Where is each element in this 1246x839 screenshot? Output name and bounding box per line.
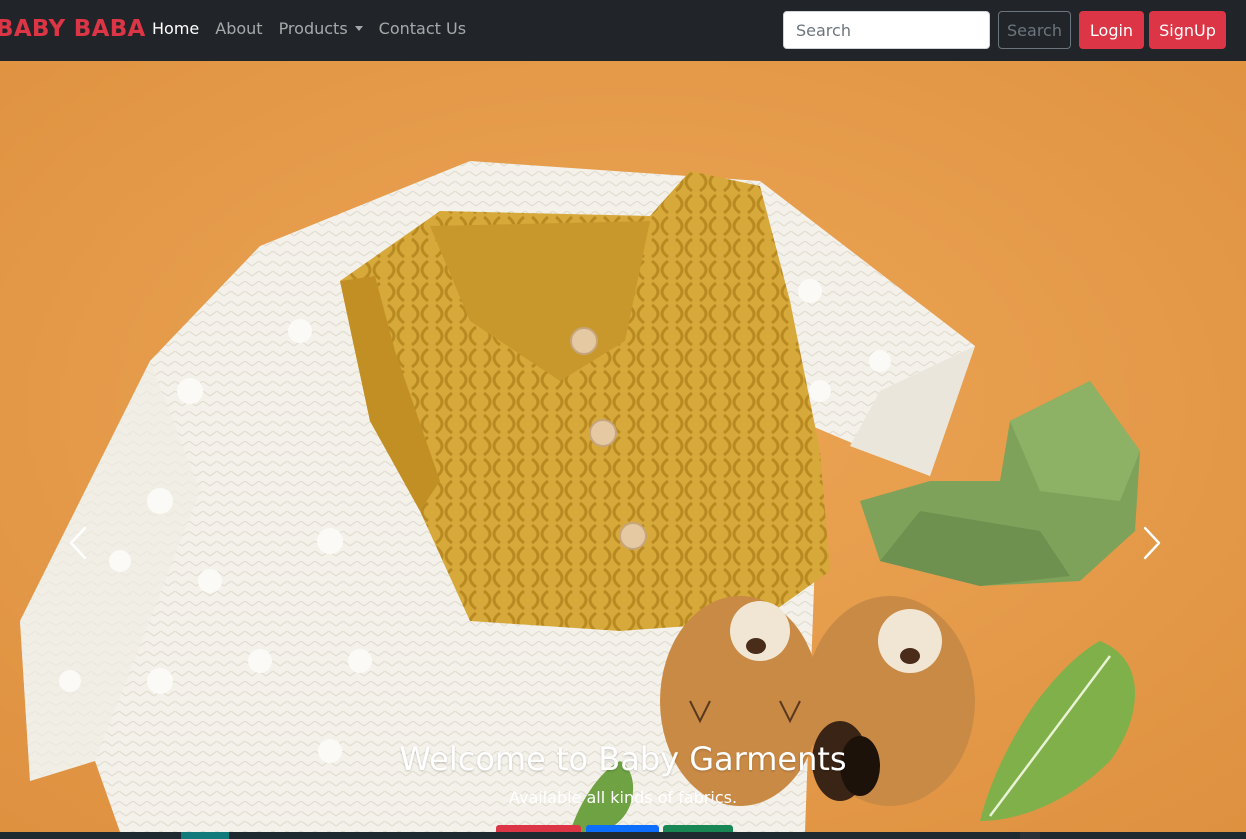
carousel-indicator-1[interactable] <box>496 825 581 832</box>
nav-link-contact[interactable]: Contact Us <box>379 19 466 38</box>
carousel-indicator-2[interactable] <box>586 825 659 832</box>
brand-logo[interactable]: BABY BABA <box>0 16 146 42</box>
nav-links: Home About Products Contact Us <box>152 19 482 38</box>
carousel-next-button[interactable] <box>1136 523 1166 563</box>
carousel-indicator-3[interactable] <box>663 825 733 832</box>
carousel-prev-button[interactable] <box>64 523 94 563</box>
search-input[interactable] <box>783 11 990 49</box>
nav-link-home[interactable]: Home <box>152 19 199 38</box>
login-button[interactable]: Login <box>1079 11 1144 49</box>
baby-clothes-image <box>0 61 1246 832</box>
strip-block <box>1020 832 1040 839</box>
navbar: BABY BABA Home About Products Contact Us… <box>0 0 1246 61</box>
caret-down-icon <box>354 26 363 31</box>
bottom-strip <box>0 832 1246 839</box>
chevron-left-icon <box>69 526 87 560</box>
strip-block <box>181 832 229 839</box>
nav-link-about[interactable]: About <box>215 19 262 38</box>
chevron-right-icon <box>1143 526 1161 560</box>
nav-link-products-label: Products <box>278 19 348 38</box>
signup-button[interactable]: SignUp <box>1149 11 1226 49</box>
search-button[interactable]: Search <box>998 11 1071 49</box>
caption-title: Welcome to Baby Garments <box>399 740 847 778</box>
hero-carousel: Welcome to Baby Garments Available all k… <box>0 61 1246 832</box>
nav-link-products[interactable]: Products <box>279 19 363 38</box>
caption-text: Available all kinds of fabrics. <box>508 788 738 807</box>
